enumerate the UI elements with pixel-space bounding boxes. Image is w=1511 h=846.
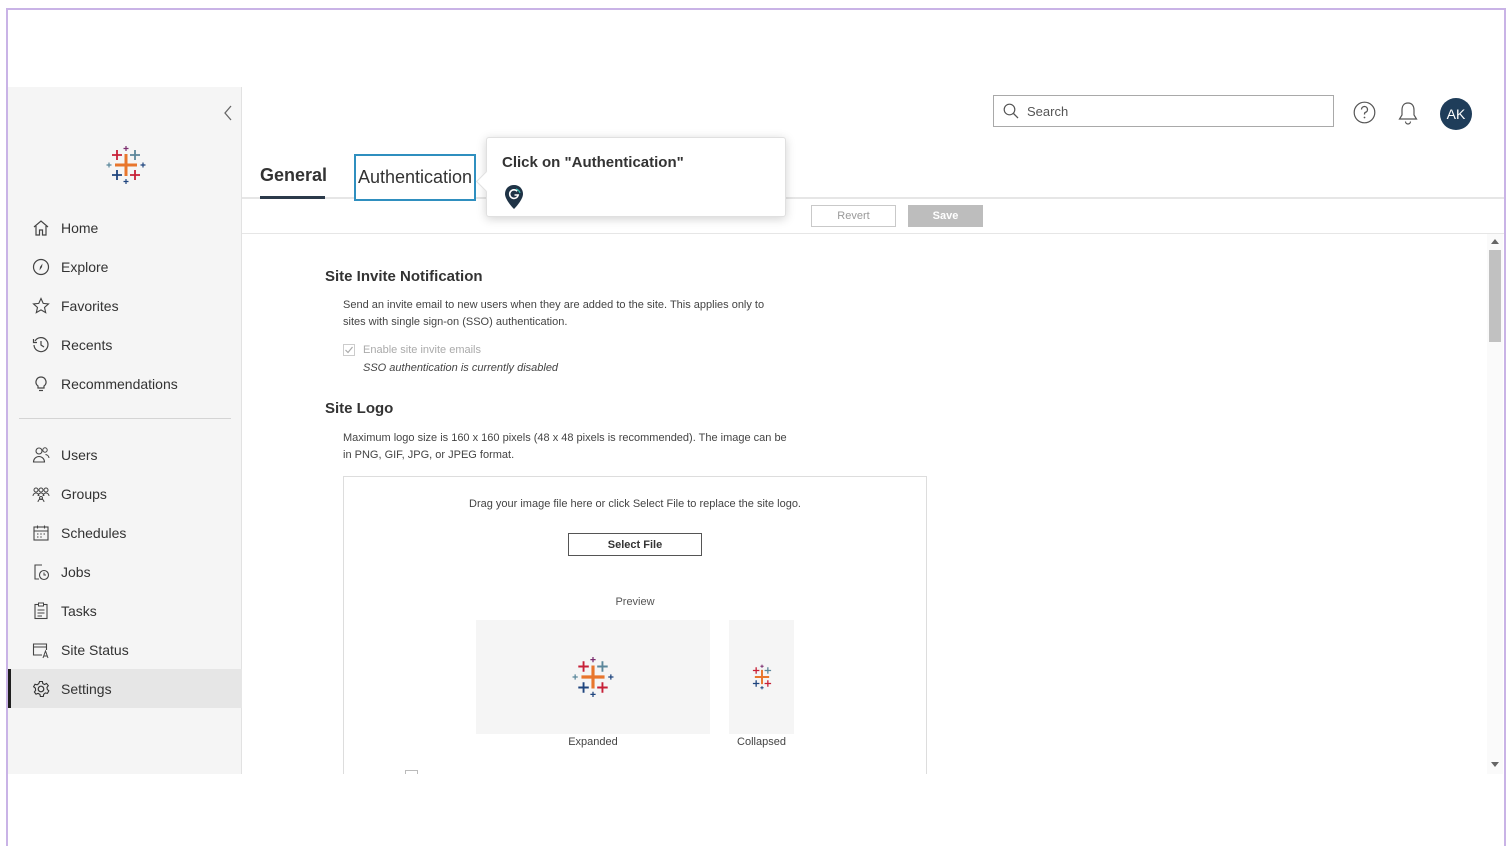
sidebar-item-users[interactable]: Users (8, 435, 242, 474)
lightbulb-icon (32, 375, 50, 393)
site-status-icon (32, 641, 50, 659)
sidebar-item-jobs[interactable]: Jobs (8, 552, 242, 591)
preview-expanded (476, 620, 710, 734)
sidebar: Home Explore Favorites Recents Recommend… (8, 87, 242, 774)
users-icon (32, 446, 50, 464)
sidebar-item-label: Settings (61, 680, 112, 697)
guide-pin-icon (505, 185, 523, 209)
save-button[interactable]: Save (908, 205, 983, 227)
site-invite-desc-2: sites with single sign-on (SSO) authenti… (343, 316, 568, 328)
sidebar-item-explore[interactable]: Explore (8, 247, 242, 286)
search-box[interactable] (993, 95, 1334, 127)
collapse-sidebar-button[interactable] (218, 103, 238, 123)
groups-icon (32, 485, 50, 503)
sidebar-item-label: Recents (61, 336, 113, 353)
sidebar-nav: Home Explore Favorites Recents Recommend… (8, 208, 242, 708)
drop-hint: Drag your image file here or click Selec… (469, 498, 801, 510)
sidebar-item-label: Recommendations (61, 375, 178, 392)
enable-invite-label: Enable site invite emails (363, 344, 482, 356)
sidebar-item-label: Jobs (61, 563, 91, 580)
tableau-logo (106, 146, 146, 184)
tableau-logo-expanded (572, 657, 614, 697)
sidebar-item-label: Site Status (61, 641, 129, 658)
sidebar-item-favorites[interactable]: Favorites (8, 286, 242, 325)
checkmark-icon (345, 346, 353, 354)
search-input[interactable] (1027, 103, 1317, 119)
sso-note: SSO authentication is currently disabled (363, 362, 559, 374)
sidebar-item-label: Schedules (61, 524, 127, 541)
sidebar-item-settings[interactable]: Settings (8, 669, 242, 708)
home-icon (32, 219, 50, 237)
active-tab-indicator (260, 196, 325, 199)
sidebar-item-groups[interactable]: Groups (8, 474, 242, 513)
history-icon (32, 336, 50, 354)
sidebar-item-recommendations[interactable]: Recommendations (8, 364, 242, 403)
site-logo-title: Site Logo (325, 400, 394, 417)
preview-label: Preview (615, 596, 655, 608)
sidebar-item-label: Groups (61, 485, 107, 502)
revert-button[interactable]: Revert (811, 205, 896, 227)
scroll-thumb[interactable] (1489, 250, 1501, 342)
tableau-logo-collapsed (752, 664, 771, 690)
sidebar-item-home[interactable]: Home (8, 208, 242, 247)
site-logo-desc-2: in PNG, GIF, JPG, or JPEG format. (343, 449, 515, 461)
clipboard-icon (32, 602, 50, 620)
preview-collapsed (729, 620, 794, 734)
guide-tooltip: Click on "Authentication" (486, 137, 786, 217)
enable-invite-checkbox[interactable] (343, 344, 355, 356)
jobs-icon (32, 563, 50, 581)
sidebar-item-schedules[interactable]: Schedules (8, 513, 242, 552)
sidebar-item-label: Tasks (61, 602, 97, 619)
site-invite-desc-1: Send an invite email to new users when t… (343, 299, 765, 311)
help-icon[interactable] (1353, 101, 1376, 124)
sidebar-item-label: Explore (61, 258, 109, 275)
sidebar-item-site-status[interactable]: Site Status (8, 630, 242, 669)
site-invite-title: Site Invite Notification (325, 268, 483, 285)
sidebar-item-label: Favorites (61, 297, 119, 314)
select-file-button[interactable]: Select File (568, 533, 702, 556)
settings-content: Site Invite Notification Send an invite … (243, 234, 1487, 774)
collapsed-label: Collapsed (737, 736, 786, 748)
logo-drop-zone[interactable]: Drag your image file here or click Selec… (343, 476, 927, 774)
tab-general[interactable]: General (260, 165, 327, 186)
sidebar-item-tasks[interactable]: Tasks (8, 591, 242, 630)
calendar-icon (32, 524, 50, 542)
search-icon (1003, 103, 1019, 119)
site-logo-desc-1: Maximum logo size is 160 x 160 pixels (4… (343, 432, 787, 444)
expanded-label: Expanded (568, 736, 618, 748)
star-icon (32, 296, 50, 315)
sidebar-item-label: Home (61, 219, 99, 236)
compass-icon (32, 258, 50, 276)
sidebar-item-recents[interactable]: Recents (8, 325, 242, 364)
content-scrollbar[interactable] (1487, 234, 1503, 774)
sidebar-divider (19, 418, 231, 419)
tab-authentication[interactable]: Authentication (354, 154, 476, 201)
avatar[interactable]: AK (1440, 98, 1472, 130)
gear-icon (32, 680, 50, 698)
bell-icon[interactable] (1397, 101, 1419, 125)
logo-option-checkbox[interactable] (405, 770, 418, 774)
chevron-left-icon (224, 105, 232, 121)
scroll-up-arrow[interactable] (1491, 239, 1499, 244)
tooltip-text: Click on "Authentication" (502, 154, 684, 171)
scroll-down-arrow[interactable] (1491, 762, 1499, 767)
sidebar-item-label: Users (61, 446, 98, 463)
